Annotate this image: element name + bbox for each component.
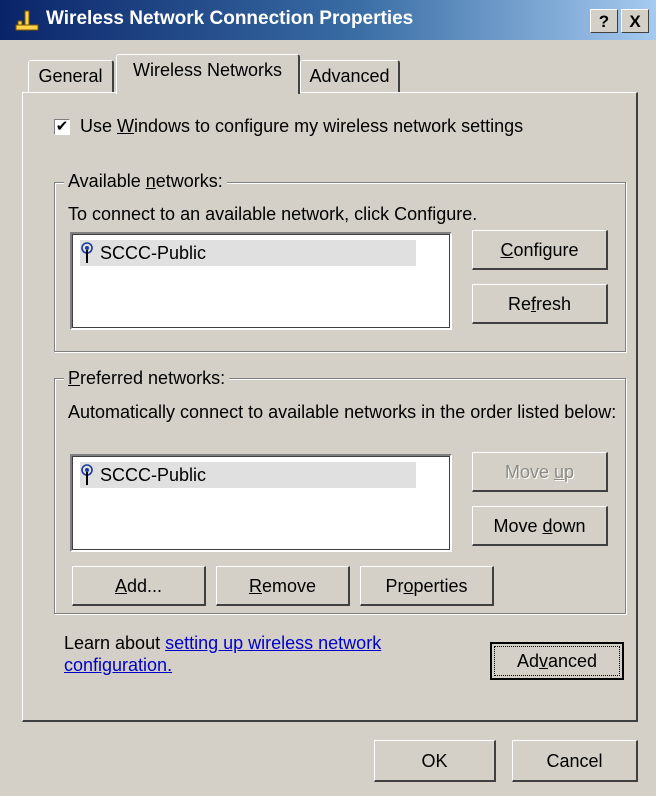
available-networks-legend: Available networks: xyxy=(64,171,227,192)
add-button[interactable]: Add... xyxy=(72,566,206,606)
list-item[interactable]: SCCC-Public xyxy=(80,240,416,266)
refresh-button[interactable]: Refresh xyxy=(472,284,608,324)
tab-advanced[interactable]: Advanced xyxy=(300,60,400,92)
network-connection-icon xyxy=(15,10,39,31)
title-bar[interactable]: Wireless Network Connection Properties ?… xyxy=(0,0,656,40)
tab-general[interactable]: General xyxy=(28,60,114,92)
preferred-networks-list[interactable]: SCCC-Public xyxy=(70,454,452,552)
available-networks-description: To connect to an available network, clic… xyxy=(68,204,478,224)
move-down-button[interactable]: Move down xyxy=(472,506,608,546)
preferred-networks-description: Automatically connect to available netwo… xyxy=(68,402,617,422)
network-name: SCCC-Public xyxy=(100,464,207,485)
available-networks-list[interactable]: SCCC-Public xyxy=(70,232,452,330)
wireless-antenna-icon xyxy=(81,464,93,485)
advanced-button[interactable]: Advanced xyxy=(490,642,624,680)
cancel-button[interactable]: Cancel xyxy=(512,740,638,782)
window-title: Wireless Network Connection Properties xyxy=(46,8,414,29)
ok-button[interactable]: OK xyxy=(374,740,496,782)
use-windows-checkbox[interactable]: ✔ xyxy=(54,118,70,135)
close-button[interactable]: X xyxy=(621,9,649,33)
configure-button[interactable]: Configure xyxy=(472,230,608,270)
use-windows-label: Use Windows to configure my wireless net… xyxy=(80,116,524,136)
properties-button[interactable]: Properties xyxy=(360,566,494,606)
network-name: SCCC-Public xyxy=(100,242,207,263)
help-button[interactable]: ? xyxy=(590,9,618,33)
use-windows-row[interactable]: ✔ Use Windows to configure my wireless n… xyxy=(54,116,523,137)
preferred-networks-legend: Preferred networks: xyxy=(64,368,230,389)
list-item[interactable]: SCCC-Public xyxy=(80,462,416,488)
wireless-antenna-icon xyxy=(81,242,93,263)
remove-button[interactable]: Remove xyxy=(216,566,350,606)
learn-about-text: Learn about setting up wireless network … xyxy=(64,633,382,675)
move-up-button[interactable]: Move up xyxy=(472,452,608,492)
tab-wireless-networks[interactable]: Wireless Networks xyxy=(116,54,300,94)
